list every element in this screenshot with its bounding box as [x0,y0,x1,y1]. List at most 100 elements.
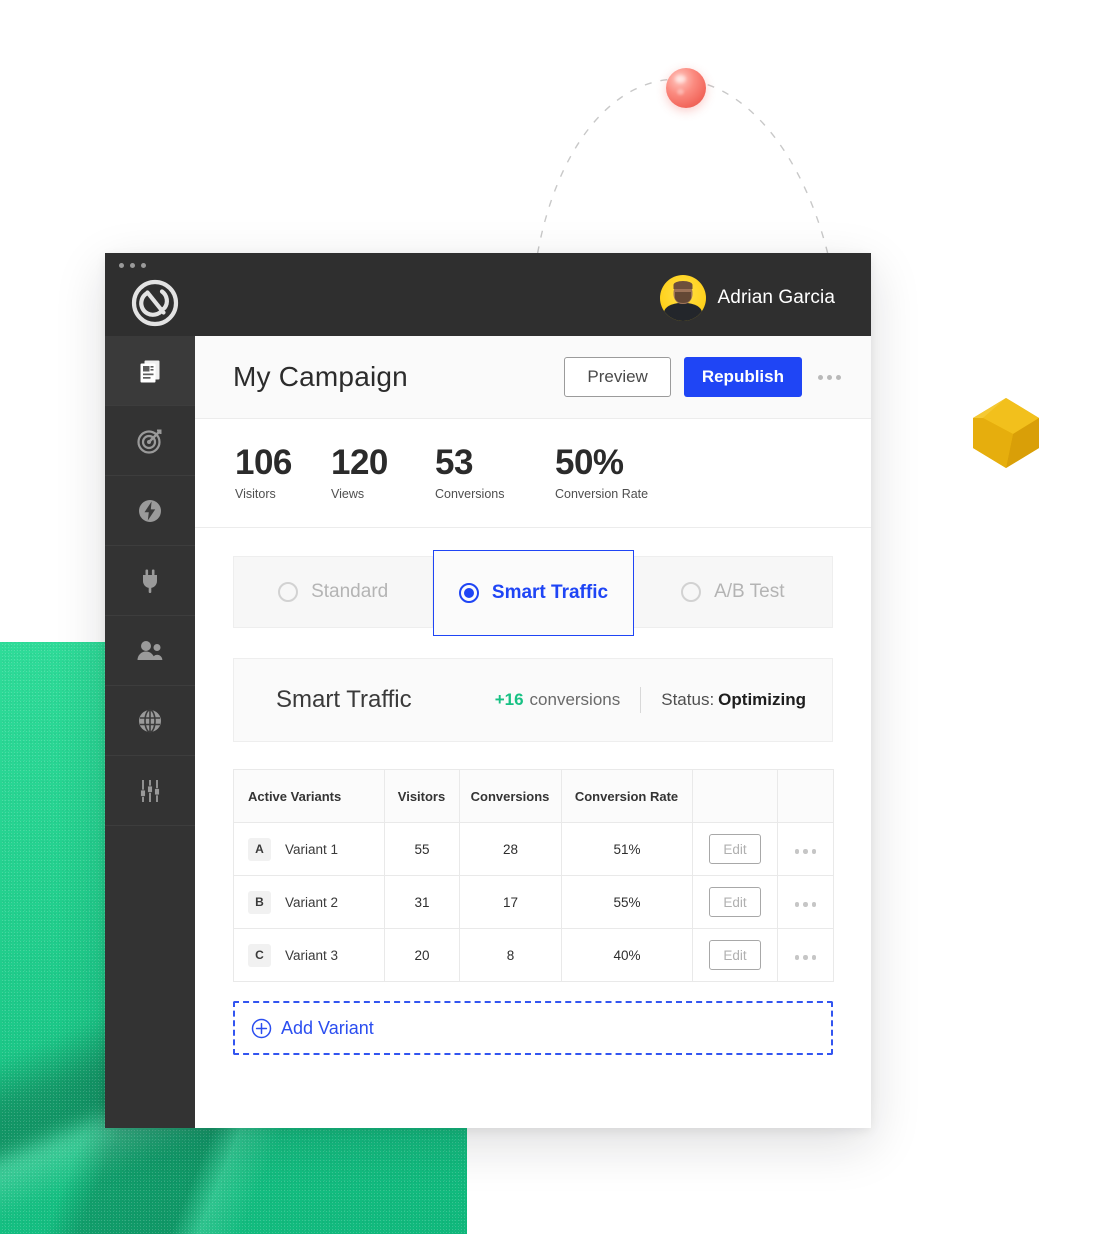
sidebar-item-leads[interactable] [105,616,195,686]
add-variant-label: Add Variant [281,1017,374,1038]
variant-letter-badge: B [248,890,271,914]
window-topbar: Adrian Garcia [105,253,871,336]
variant-menu-cell [777,875,834,929]
variant-conversion-rate: 55% [561,875,693,929]
variant-conversion-rate: 40% [561,928,693,982]
stat-label: Conversions [435,487,505,502]
tab-label: Standard [311,581,389,602]
variant-visitors: 55 [384,822,460,876]
sidebar [105,336,195,1128]
yellow-hexagon [973,398,1039,468]
edit-button[interactable]: Edit [709,887,761,917]
variant-conversion-rate: 51% [561,822,693,876]
tab-label: A/B Test [714,581,785,602]
variant-menu-cell [777,822,834,876]
stat-value: 120 [331,442,388,482]
unbounce-logo-icon[interactable] [131,279,179,327]
add-variant-button[interactable]: Add Variant [233,1001,833,1055]
sidebar-item-campaigns[interactable] [105,406,195,476]
stats-row: 106 Visitors 120 Views 53 Conversions 50… [195,419,871,528]
variant-name: Variant 1 [285,841,339,857]
variant-edit-cell: Edit [692,928,778,982]
sidebar-item-settings[interactable] [105,756,195,826]
status-title: Smart Traffic [276,686,412,713]
app-window: Adrian Garcia My Campaign Preview Republ… [105,253,871,1128]
people-icon [137,640,163,660]
screenshot-canvas: Adrian Garcia My Campaign Preview Republ… [0,0,1101,1234]
sidebar-item-pages[interactable] [105,336,195,406]
status-label: Status: [661,690,715,709]
status-summary: +16 conversions Status: Optimizing [495,687,806,713]
row-more-menu-icon[interactable] [794,902,817,907]
window-controls-dots[interactable] [119,263,146,268]
stat-label: Conversion Rate [555,487,649,502]
variant-visitors: 31 [384,875,460,929]
stat-views: 120 Views [331,442,427,502]
column-header-conversions: Conversions [459,769,562,823]
stat-value: 106 [235,442,292,482]
radio-selected-icon [458,583,479,603]
radio-icon [278,582,299,602]
republish-button[interactable]: Republish [683,357,802,397]
stat-label: Visitors [235,487,276,502]
table-body: A Variant 1 55 28 51% Edit B Variant 2 3… [233,822,834,982]
variant-conversions: 28 [459,822,562,876]
plus-circle-icon [251,1018,272,1038]
stat-conversion-rate: 50% Conversion Rate [555,444,649,502]
campaign-body: Standard Smart Traffic A/B Test Smart Tr… [195,528,871,1055]
edit-button[interactable]: Edit [709,834,761,864]
page-header: My Campaign Preview Republish [195,336,871,419]
page-title: My Campaign [233,361,408,392]
variant-name: Variant 2 [285,894,339,910]
variant-name-cell: A Variant 1 [233,822,385,876]
table-row: C Variant 3 20 8 40% Edit [233,928,834,982]
stat-visitors: 106 Visitors [235,442,323,502]
user-menu[interactable]: Adrian Garcia [659,274,835,321]
avatar [659,274,706,321]
window-dot [119,263,124,268]
status-badge: Optimizing [718,690,806,709]
stat-value: 53 [435,442,473,482]
sidebar-item-smart-traffic[interactable] [105,476,195,546]
stat-conversions: 53 Conversions [435,442,547,502]
pages-icon [140,360,160,382]
radio-icon [681,582,702,602]
mode-tabs: Standard Smart Traffic A/B Test [233,550,833,636]
row-more-menu-icon[interactable] [794,955,817,960]
column-header-visitors: Visitors [384,769,460,823]
tab-ab-test[interactable]: A/B Test [633,556,833,628]
globe-icon [139,708,161,733]
variant-edit-cell: Edit [692,822,778,876]
variant-conversions: 17 [459,875,562,929]
smart-traffic-status-bar: Smart Traffic +16 conversions Status: Op… [233,658,833,742]
variant-name-cell: C Variant 3 [233,928,385,982]
window-dot [130,263,135,268]
variant-name-cell: B Variant 2 [233,875,385,929]
preview-button[interactable]: Preview [564,357,671,397]
column-header-edit [692,769,778,823]
table-row: A Variant 1 55 28 51% Edit [233,822,834,876]
column-header-active-variants: Active Variants [233,769,385,823]
tab-label: Smart Traffic [491,582,609,603]
variants-table: Active Variants Visitors Conversions Con… [233,769,834,982]
column-header-menu [777,769,834,823]
target-icon [137,429,162,454]
tab-smart-traffic[interactable]: Smart Traffic [433,550,634,636]
variant-visitors: 20 [384,928,460,982]
plug-icon [143,569,157,593]
sidebar-item-domains[interactable] [105,686,195,756]
variant-letter-badge: C [248,943,271,967]
row-more-menu-icon[interactable] [794,849,817,854]
tab-standard[interactable]: Standard [233,556,434,628]
red-sphere [666,68,706,108]
page-more-menu-icon[interactable] [816,369,843,386]
divider [640,687,642,713]
sidebar-item-integrations[interactable] [105,546,195,616]
edit-button[interactable]: Edit [709,940,761,970]
conversions-delta: +16 [494,690,524,709]
sliders-icon [140,779,160,802]
stat-label: Views [331,487,365,502]
column-header-conversion-rate: Conversion Rate [561,769,693,823]
variant-edit-cell: Edit [692,875,778,929]
variant-conversions: 8 [459,928,562,982]
